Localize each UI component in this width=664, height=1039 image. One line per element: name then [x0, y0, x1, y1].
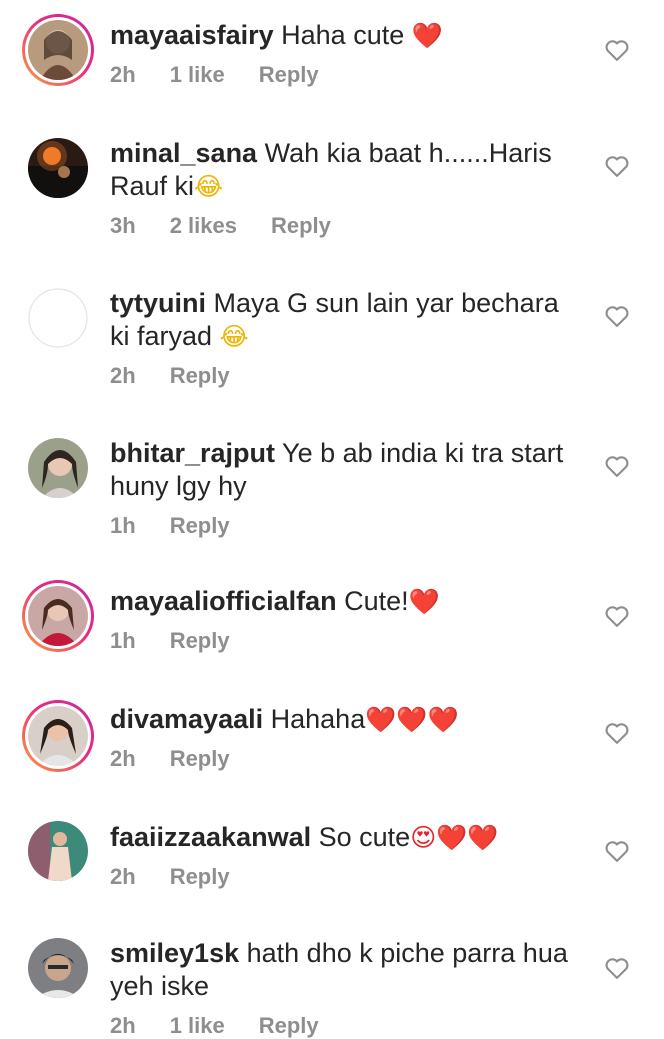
avatar[interactable]	[22, 432, 94, 504]
comment-emoji: 😍❤️❤️	[410, 823, 499, 852]
comment-emoji: ❤️❤️❤️	[365, 705, 459, 734]
comment-username[interactable]: bhitar_rajput	[110, 438, 275, 468]
avatar[interactable]	[22, 132, 94, 204]
comment-text: Haha cute	[281, 20, 412, 50]
comment-text: Cute!	[344, 586, 409, 616]
comment-time: 2h	[110, 1013, 136, 1038]
comment-username[interactable]: faaiizzaakanwal	[110, 822, 311, 852]
heart-outline-icon[interactable]	[603, 837, 631, 865]
reply-button[interactable]: Reply	[259, 62, 319, 88]
heart-outline-icon[interactable]	[603, 152, 631, 180]
avatar[interactable]	[22, 815, 94, 887]
heart-outline-icon[interactable]	[603, 602, 631, 630]
heart-outline-icon[interactable]	[603, 302, 631, 330]
comment-username[interactable]: tytyuini	[110, 288, 206, 318]
comment-emoji: ❤️	[408, 587, 440, 616]
comment-emoji: ❤️	[411, 21, 443, 50]
reply-button[interactable]: Reply	[170, 363, 230, 389]
comment-username[interactable]: minal_sana	[110, 138, 257, 168]
comment-time: 1h	[110, 513, 136, 538]
comment-emoji: 😂	[194, 172, 224, 201]
avatar[interactable]	[22, 932, 94, 1004]
comment-text: Hahaha	[270, 704, 366, 734]
comment-time: 2h	[110, 62, 136, 87]
avatar[interactable]	[22, 14, 94, 86]
reply-button[interactable]: Reply	[170, 746, 230, 772]
comment-likes[interactable]: 1 like	[170, 1013, 225, 1039]
comment-username[interactable]: smiley1sk	[110, 938, 239, 968]
comment-likes[interactable]: 2 likes	[170, 213, 237, 239]
avatar[interactable]	[22, 580, 94, 652]
comment-text: So cute	[318, 822, 411, 852]
heart-outline-icon[interactable]	[603, 36, 631, 64]
comment-username[interactable]: mayaaisfairy	[110, 20, 274, 50]
heart-outline-icon[interactable]	[603, 452, 631, 480]
reply-button[interactable]: Reply	[271, 213, 331, 239]
comment-time: 2h	[110, 363, 136, 388]
comment-time: 2h	[110, 746, 136, 771]
reply-button[interactable]: Reply	[170, 864, 230, 890]
reply-button[interactable]: Reply	[170, 513, 230, 539]
avatar[interactable]	[22, 282, 94, 354]
comment-time: 1h	[110, 628, 136, 653]
comment-time: 3h	[110, 213, 136, 238]
comment-time: 2h	[110, 864, 136, 889]
comment-username[interactable]: mayaaliofficialfan	[110, 586, 337, 616]
comment-username[interactable]: divamayaali	[110, 704, 263, 734]
heart-outline-icon[interactable]	[603, 719, 631, 747]
heart-outline-icon[interactable]	[603, 954, 631, 982]
reply-button[interactable]: Reply	[259, 1013, 319, 1039]
comment-likes[interactable]: 1 like	[170, 62, 225, 88]
reply-button[interactable]: Reply	[170, 628, 230, 654]
comment-emoji: 😂	[219, 322, 249, 351]
avatar[interactable]	[22, 700, 94, 772]
